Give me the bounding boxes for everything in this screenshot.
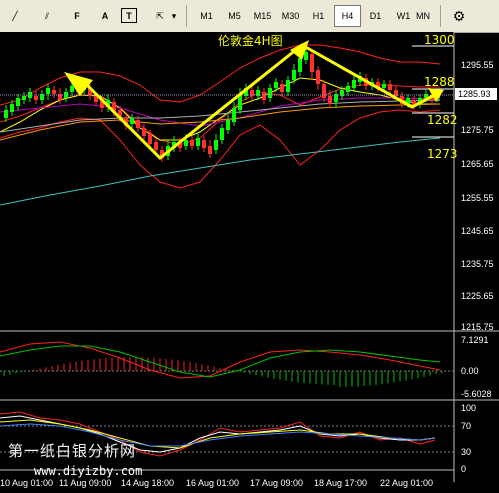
level-label-1300: 1300 <box>424 33 455 47</box>
candle-body <box>142 128 146 136</box>
candle-body <box>298 58 302 72</box>
candle-body <box>274 82 278 88</box>
candle-body <box>310 54 314 72</box>
svg-text:22 Aug 01:00: 22 Aug 01:00 <box>380 478 433 488</box>
candle-body <box>232 108 236 122</box>
tf-m30-button[interactable]: M30 <box>277 5 304 27</box>
current-price-label: 1285.93 <box>458 89 491 99</box>
trendline-tool-icon[interactable]: ╱ <box>4 5 26 27</box>
svg-text:-5.6028: -5.6028 <box>461 389 492 399</box>
candle-body <box>220 128 224 140</box>
candle-body <box>322 84 326 98</box>
settings-gear-icon[interactable]: ⚙ <box>448 5 470 27</box>
tf-h4-button[interactable]: H4 <box>334 5 361 27</box>
svg-text:1235.75: 1235.75 <box>461 259 494 269</box>
channel-tool-icon[interactable]: ⫽ <box>36 5 58 27</box>
candle-body <box>382 84 386 88</box>
candle-body <box>304 52 308 60</box>
tf-d1-button[interactable]: D1 <box>362 5 389 27</box>
tf-w1-button[interactable]: W1 <box>390 5 417 27</box>
candle-body <box>208 146 212 154</box>
candle-body <box>352 80 356 88</box>
candle-body <box>346 86 350 92</box>
svg-text:70: 70 <box>461 421 471 431</box>
candle-body <box>34 96 38 100</box>
level-label-1282: 1282 <box>427 113 458 127</box>
candle-body <box>184 140 188 146</box>
candle-body <box>286 80 290 92</box>
candle-body <box>136 120 140 128</box>
candle-body <box>148 134 152 144</box>
svg-text:18 Aug 17:00: 18 Aug 17:00 <box>314 478 367 488</box>
candle-body <box>196 138 200 146</box>
svg-text:100: 100 <box>461 403 476 413</box>
candle-body <box>292 70 296 80</box>
toolbar: ╱ ⫽ F A T ⇱ ▾ M1 M5 M15 M30 H1 H4 D1 W1 … <box>0 0 499 33</box>
svg-text:1225.65: 1225.65 <box>461 291 494 301</box>
candle-body <box>130 118 134 124</box>
text-tool-icon[interactable]: A <box>94 5 116 27</box>
candle-body <box>280 84 284 92</box>
svg-text:1295.55: 1295.55 <box>461 60 494 70</box>
tools-dropdown-icon[interactable]: ▾ <box>168 5 180 27</box>
svg-text:14 Aug 18:00: 14 Aug 18:00 <box>121 478 174 488</box>
candle-body <box>190 140 194 146</box>
candle-body <box>46 88 50 94</box>
svg-text:1275.75: 1275.75 <box>461 125 494 135</box>
svg-text:1245.65: 1245.65 <box>461 226 494 236</box>
chart-title-annotation: 伦敦金4H图 <box>218 33 283 48</box>
candle-body <box>388 84 392 90</box>
svg-text:0: 0 <box>461 464 466 474</box>
candle-body <box>214 140 218 150</box>
candle-body <box>70 86 74 92</box>
candle-body <box>10 104 14 112</box>
tf-m15-button[interactable]: M15 <box>249 5 276 27</box>
candle-body <box>52 90 56 94</box>
watermark-text: 第一纸白银分析网 <box>8 442 137 460</box>
svg-text:30: 30 <box>461 447 471 457</box>
tf-m1-button[interactable]: M1 <box>193 5 220 27</box>
svg-text:1265.65: 1265.65 <box>461 159 494 169</box>
tf-h1-button[interactable]: H1 <box>305 5 332 27</box>
candle-body <box>202 140 206 148</box>
fibonacci-tool-icon[interactable]: F <box>66 5 88 27</box>
svg-text:1215.75: 1215.75 <box>461 322 494 332</box>
candle-body <box>154 142 158 150</box>
candle-body <box>316 70 320 84</box>
time-axis: 10 Aug 01:00 11 Aug 09:00 14 Aug 18:00 1… <box>0 478 433 488</box>
price-axis: 1295.55 1275.75 1265.65 1255.55 1245.65 … <box>455 60 497 332</box>
chart-area[interactable]: 伦敦金4H图 1300 1288 1282 1273 1295.55 1275.… <box>0 32 499 493</box>
candle-body <box>16 98 20 106</box>
watermark-url: www.diyizby.com <box>34 464 143 478</box>
svg-text:17 Aug 09:00: 17 Aug 09:00 <box>250 478 303 488</box>
candle-body <box>4 110 8 118</box>
svg-text:10 Aug 01:00: 10 Aug 01:00 <box>0 478 53 488</box>
svg-text:0.00: 0.00 <box>461 366 479 376</box>
svg-text:1255.55: 1255.55 <box>461 193 494 203</box>
tf-mn-button[interactable]: MN <box>416 5 436 27</box>
tf-m5-button[interactable]: M5 <box>221 5 248 27</box>
label-tool-icon[interactable]: T <box>121 8 137 23</box>
svg-text:7.1291: 7.1291 <box>461 335 489 345</box>
svg-text:11 Aug 09:00: 11 Aug 09:00 <box>59 478 111 488</box>
candle-body <box>268 88 272 98</box>
macd-pane: 7.1291 0.00 -5.6028 <box>0 335 492 399</box>
candle-body <box>328 96 332 104</box>
svg-text:16 Aug 01:00: 16 Aug 01:00 <box>186 478 239 488</box>
candle-body <box>22 96 26 100</box>
level-label-1273: 1273 <box>427 147 458 161</box>
candle-body <box>226 120 230 130</box>
level-label-1288: 1288 <box>424 75 455 89</box>
candle-body <box>262 92 266 100</box>
